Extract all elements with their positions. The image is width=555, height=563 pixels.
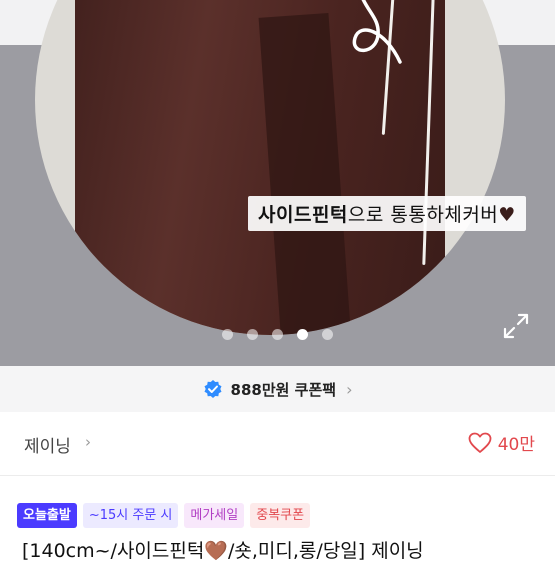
- shop-row: 제이닝 › 40만: [0, 412, 555, 476]
- verified-badge-icon: [204, 380, 222, 398]
- badge-today-shipping: 오늘출발: [17, 503, 77, 528]
- chevron-right-icon: ›: [85, 433, 91, 451]
- carousel-dot[interactable]: [272, 329, 283, 340]
- image-caption: 사이드핀턱으로 통통하체커버♥: [248, 196, 526, 231]
- badge-list: 오늘출발 ~15시 주문 시 메가세일 중복쿠폰: [17, 503, 311, 528]
- carousel-dot-active[interactable]: [297, 329, 308, 340]
- chevron-right-icon: ›: [346, 379, 353, 399]
- badge-order-cutoff: ~15시 주문 시: [82, 503, 179, 528]
- caption-heart: ♥: [498, 204, 516, 226]
- like-button[interactable]: 40만: [468, 430, 535, 455]
- caption-highlight: 사이드핀턱: [258, 204, 348, 226]
- coupon-pack-banner[interactable]: 888만원 쿠폰팩 ›: [0, 366, 555, 412]
- coupon-pack-label: 888만원 쿠폰팩: [230, 380, 337, 399]
- badge-mega-sale: 메가세일: [184, 503, 245, 528]
- badge-duplicate-coupon: 중복쿠폰: [250, 503, 311, 528]
- heart-icon: [468, 432, 492, 453]
- carousel-dot[interactable]: [222, 329, 233, 340]
- carousel-dot[interactable]: [322, 329, 333, 340]
- curly-arrow-icon: [352, 0, 402, 64]
- carousel-dot[interactable]: [247, 329, 258, 340]
- like-count: 40만: [497, 435, 535, 455]
- caption-text: 으로 통통하체커버: [347, 204, 499, 226]
- product-image-carousel[interactable]: 사이드핀턱으로 통통하체커버♥: [0, 0, 555, 366]
- product-photo: [35, 0, 505, 335]
- carousel-dots: [222, 329, 333, 340]
- shop-name-link[interactable]: 제이닝: [24, 432, 71, 457]
- expand-icon[interactable]: [502, 312, 530, 340]
- product-title: [140cm~/사이드핀턱🤎/숏,미디,롱/당일] 제이닝: [22, 540, 424, 562]
